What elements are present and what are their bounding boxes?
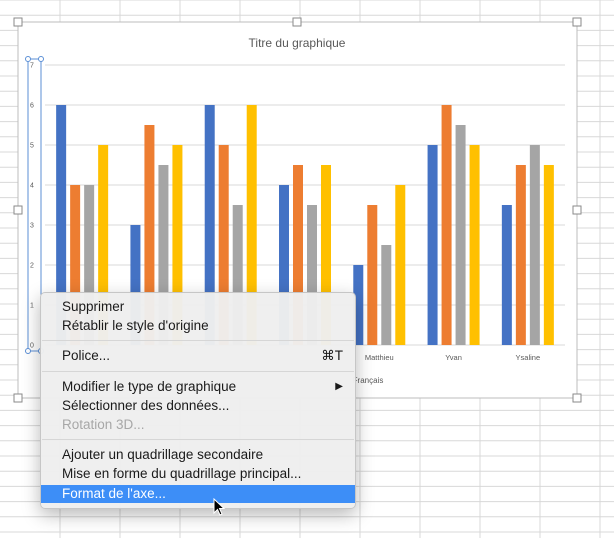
resize-handle-left[interactable]: [13, 205, 23, 215]
menu-item-mise-en-forme-quadrillage[interactable]: Mise en forme du quadrillage principal..…: [41, 465, 355, 483]
resize-handle-top-right[interactable]: [572, 17, 582, 27]
menu-item-modifier-type-graphique[interactable]: Modifier le type de graphique ▶: [41, 378, 355, 396]
menu-item-label: Ajouter un quadrillage secondaire: [62, 447, 264, 462]
bar[interactable]: [381, 245, 392, 345]
menu-item-police[interactable]: Police... ⌘T: [41, 347, 355, 365]
axis-handle-top-right[interactable]: [38, 56, 44, 62]
bar[interactable]: [395, 185, 406, 345]
resize-handle-top[interactable]: [292, 17, 302, 27]
menu-item-label: Rétablir le style d'origine: [62, 318, 209, 333]
resize-handle-top-left[interactable]: [13, 17, 23, 27]
y-tick-label: 3: [30, 223, 34, 230]
menu-item-supprimer[interactable]: Supprimer: [41, 298, 355, 316]
menu-item-label: Supprimer: [62, 299, 125, 314]
y-tick-label: 0: [30, 343, 34, 350]
menu-item-ajouter-quadrillage-secondaire[interactable]: Ajouter un quadrillage secondaire: [41, 446, 355, 464]
menu-item-label: Police...: [62, 348, 111, 363]
x-tick-label: Ysaline: [516, 353, 541, 362]
y-tick-label: 6: [30, 103, 34, 110]
menu-item-shortcut: ⌘T: [321, 348, 343, 363]
y-tick-label: 2: [30, 263, 34, 270]
bar[interactable]: [543, 165, 554, 345]
y-tick-label: 4: [30, 183, 34, 190]
menu-item-label: Sélectionner des données...: [62, 398, 230, 413]
menu-item-label: Modifier le type de graphique: [62, 379, 237, 394]
menu-item-label: Format de l'axe...: [62, 486, 166, 501]
menu-separator: [42, 371, 354, 372]
context-menu[interactable]: Supprimer Rétablir le style d'origine Po…: [40, 292, 356, 509]
menu-separator: [42, 439, 354, 440]
axis-handle-bottom-left[interactable]: [25, 348, 31, 354]
menu-item-retablir-style[interactable]: Rétablir le style d'origine: [41, 317, 355, 335]
resize-handle-bottom-left[interactable]: [13, 393, 23, 403]
menu-item-label: Mise en forme du quadrillage principal..…: [62, 466, 302, 481]
y-tick-label: 7: [30, 63, 34, 70]
bar[interactable]: [469, 145, 480, 345]
triangle-right-icon: ▶: [335, 381, 343, 392]
axis-handle-top-left[interactable]: [25, 56, 31, 62]
menu-item-selectionner-donnees[interactable]: Sélectionner des données...: [41, 397, 355, 415]
menu-item-rotation-3d: Rotation 3D...: [41, 416, 355, 434]
chart-title[interactable]: Titre du graphique: [249, 36, 346, 50]
resize-handle-right[interactable]: [572, 205, 582, 215]
bar[interactable]: [441, 105, 452, 345]
bar[interactable]: [515, 165, 526, 345]
bar[interactable]: [529, 145, 540, 345]
x-axis-title: Français: [353, 376, 384, 385]
bar[interactable]: [427, 145, 438, 345]
y-tick-label: 5: [30, 143, 34, 150]
bar[interactable]: [455, 125, 466, 345]
menu-separator: [42, 340, 354, 341]
resize-handle-bottom-right[interactable]: [572, 393, 582, 403]
bar[interactable]: [501, 205, 512, 345]
x-tick-label: Matthieu: [365, 353, 394, 362]
menu-item-format-axe[interactable]: Format de l'axe...: [41, 485, 355, 503]
arrow-cursor-icon: [213, 498, 226, 516]
x-tick-label: Yvan: [445, 353, 462, 362]
y-tick-label: 1: [30, 303, 34, 310]
menu-item-label: Rotation 3D...: [62, 417, 145, 432]
bar[interactable]: [367, 205, 378, 345]
